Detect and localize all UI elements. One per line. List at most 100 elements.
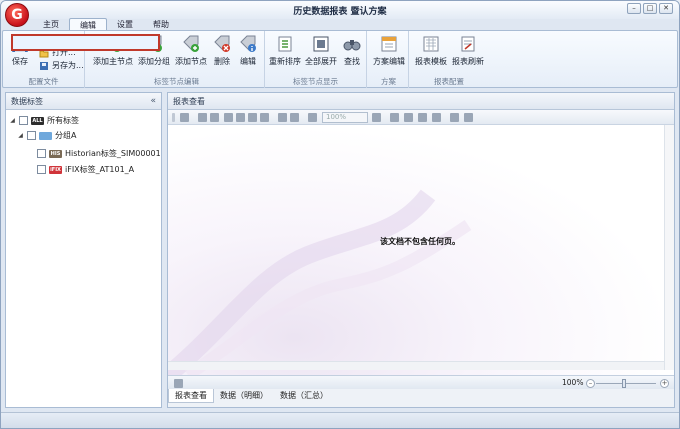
tree-checkbox[interactable] xyxy=(27,131,36,140)
zoom-out-icon[interactable] xyxy=(308,113,317,122)
expand-all-label: 全部展开 xyxy=(305,57,337,66)
all-tags-icon: ALL xyxy=(31,116,44,125)
report-template-button[interactable]: 报表模板 xyxy=(414,34,448,67)
report-viewer-title: 报表查看 xyxy=(173,97,205,106)
multiple-pages-icon[interactable] xyxy=(450,113,459,122)
app-logo-icon[interactable]: G xyxy=(5,3,29,27)
tab-data-detail-label: 数据（明细） xyxy=(220,391,268,400)
open-icon[interactable] xyxy=(198,113,207,122)
delete-button[interactable]: 删除 xyxy=(211,34,233,67)
zoom-slider-track[interactable] xyxy=(596,383,656,384)
hand-tool-icon[interactable] xyxy=(278,113,287,122)
tab-data-summary-label: 数据（汇总） xyxy=(280,391,328,400)
next-page-icon[interactable] xyxy=(418,113,427,122)
scale-icon[interactable] xyxy=(260,113,269,122)
toolbar-grip-icon xyxy=(172,113,175,122)
zoom-minus-icon[interactable]: – xyxy=(586,379,595,388)
report-refresh-icon xyxy=(461,36,475,52)
resort-button[interactable]: 重新排序 xyxy=(269,34,301,67)
ifix-tag-icon: iFIX xyxy=(49,165,62,174)
scheme-edit-icon xyxy=(381,36,397,52)
report-refresh-button[interactable]: 报表刷新 xyxy=(451,34,485,67)
window-title: 历史数据报表 暨认方案 xyxy=(293,7,387,17)
zoom-combo[interactable]: 100% xyxy=(322,112,368,123)
delete-label: 删除 xyxy=(214,57,230,66)
watermark-icon[interactable] xyxy=(464,113,473,122)
find-icon[interactable] xyxy=(180,113,189,122)
scheme-edit-button[interactable]: 方案编辑 xyxy=(372,34,406,67)
group-tag-icon xyxy=(39,131,52,140)
tab-data-summary[interactable]: 数据（汇总） xyxy=(274,389,334,403)
save-as-label: 另存为... xyxy=(52,61,84,70)
add-main-node-label: 添加主节点 xyxy=(93,57,133,66)
edit-icon xyxy=(240,35,256,52)
collapse-panel-icon[interactable]: « xyxy=(150,93,156,110)
add-node-label: 添加节点 xyxy=(175,57,207,66)
add-group-label: 添加分组 xyxy=(138,57,170,66)
window-status-bar xyxy=(1,412,679,428)
save-label: 保存 xyxy=(12,57,28,66)
vertical-scrollbar[interactable] xyxy=(664,125,674,370)
empty-document-message: 该文档不包含任何页。 xyxy=(380,237,460,246)
tree-node-label: Historian标签_SIM00001 xyxy=(65,149,161,158)
tree-checkbox[interactable] xyxy=(37,165,46,174)
edit-label: 编辑 xyxy=(240,57,256,66)
add-node-button[interactable]: 添加节点 xyxy=(174,34,208,67)
minimize-button[interactable]: – xyxy=(627,3,641,14)
zoom-in-icon[interactable] xyxy=(372,113,381,122)
tree-node-historian-tag[interactable]: HIS Historian标签_SIM00001 xyxy=(37,147,161,160)
zoom-plus-icon[interactable]: + xyxy=(660,379,669,388)
document-toolbar: 100% xyxy=(168,110,674,125)
document-preview-area[interactable]: 该文档不包含任何页。 xyxy=(168,125,674,375)
group-label-tag-node-display: 标签节点显示 xyxy=(293,77,338,86)
viewer-status-bar: 100% – + xyxy=(168,375,674,389)
tree-node-label: 分组A xyxy=(55,131,77,140)
zoom-percent: 100% xyxy=(562,378,584,387)
save-as-button[interactable]: 另存为... xyxy=(39,60,84,71)
find-button[interactable]: 查找 xyxy=(341,34,363,67)
quick-print-icon[interactable] xyxy=(236,113,245,122)
tree-node-label: iFIX标签_AT101_A xyxy=(65,165,135,174)
resort-label: 重新排序 xyxy=(269,57,301,66)
report-viewer-header: 报表查看 xyxy=(168,93,674,110)
group-report-config: 报表模板 报表刷新 报表配置 xyxy=(411,31,487,88)
tree-node-label: 所有标签 xyxy=(47,116,79,125)
selected-node-highlight xyxy=(11,34,160,51)
background-swirl-icon xyxy=(168,189,472,375)
save-as-icon xyxy=(40,61,48,70)
page-setup-icon[interactable] xyxy=(248,113,257,122)
group-label-tag-node-edit: 标签节点编辑 xyxy=(154,77,199,86)
viewer-bottom-tabs: 报表查看 数据（明细） 数据（汇总） xyxy=(168,389,674,407)
edit-button[interactable]: 编辑 xyxy=(237,34,259,67)
tree-checkbox[interactable] xyxy=(37,149,46,158)
tree-node-group-a[interactable]: ◢ 分组A xyxy=(17,129,76,142)
expand-all-button[interactable]: 全部展开 xyxy=(305,34,337,67)
tab-report-view[interactable]: 报表查看 xyxy=(168,389,214,403)
collapse-arrow-icon[interactable]: ◢ xyxy=(17,132,24,139)
magnifier-icon[interactable] xyxy=(290,113,299,122)
collapse-arrow-icon[interactable]: ◢ xyxy=(9,117,16,124)
tree-node-ifix-tag[interactable]: iFIX iFIX标签_AT101_A xyxy=(37,163,134,176)
page-settings-icon[interactable] xyxy=(174,379,183,388)
report-viewer-panel: 报表查看 100% 该文档不包含任何页。 100% – + 报表查看 数据（明细… xyxy=(167,92,675,408)
tab-data-detail[interactable]: 数据（明细） xyxy=(214,389,274,403)
horizontal-scrollbar[interactable] xyxy=(168,361,664,370)
group-label-report-config: 报表配置 xyxy=(434,77,464,86)
binoculars-icon xyxy=(343,40,361,51)
group-label-config-file: 配置文件 xyxy=(28,77,59,86)
print-icon[interactable] xyxy=(224,113,233,122)
app-window: 历史数据报表 暨认方案 – □ ✕ G 主页 编辑 设置 帮助 保存 新建 xyxy=(0,0,680,429)
save-doc-icon[interactable] xyxy=(210,113,219,122)
zoom-slider-thumb[interactable] xyxy=(622,379,626,388)
last-page-icon[interactable] xyxy=(432,113,441,122)
first-page-icon[interactable] xyxy=(390,113,399,122)
maximize-button[interactable]: □ xyxy=(643,3,657,14)
report-template-icon xyxy=(423,36,439,52)
tree-node-all-tags[interactable]: ◢ ALL 所有标签 xyxy=(9,114,79,127)
tree-checkbox[interactable] xyxy=(19,116,28,125)
close-button[interactable]: ✕ xyxy=(659,3,673,14)
previous-page-icon[interactable] xyxy=(404,113,413,122)
window-controls: – □ ✕ xyxy=(627,3,673,14)
group-scheme: 方案编辑 方案 xyxy=(369,31,409,88)
expand-all-icon xyxy=(313,36,329,52)
